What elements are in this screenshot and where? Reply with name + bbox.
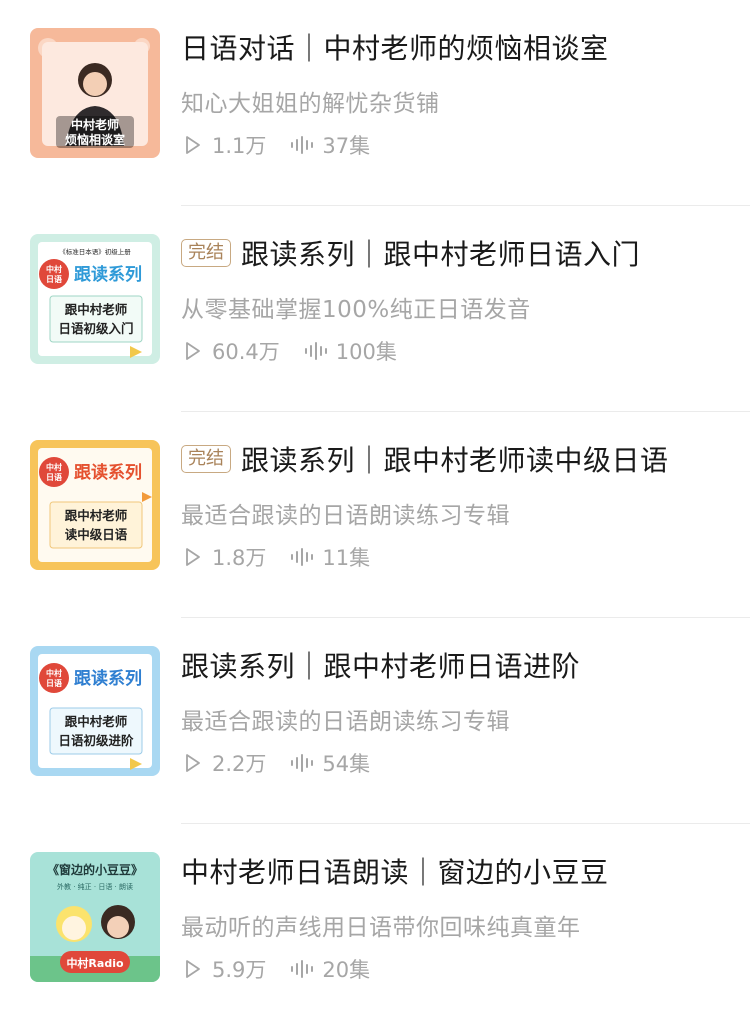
audio-wave-icon <box>291 136 314 154</box>
cover-line: 日语初级进阶 <box>58 733 134 748</box>
album-title[interactable]: 日语对话｜中村老师的烦恼相谈室 <box>181 27 609 67</box>
play-outline-icon <box>186 754 200 772</box>
episode-count: 100集 <box>335 340 397 364</box>
cover-series: 跟读系列 <box>74 462 142 483</box>
album-cover[interactable]: 《窗边的小豆豆》 外教 · 纯正 · 日语 · 朗读 中村Radio <box>30 852 160 982</box>
album-title[interactable]: 跟读系列｜跟中村老师日语进阶 <box>181 645 580 685</box>
album-meta: 1.8万 11集 <box>184 542 370 572</box>
cover-logo: 中村 <box>46 668 62 678</box>
play-count: 1.8万 <box>212 546 267 570</box>
album-item[interactable]: 《标准日本语》初级上册 中村 日语 跟读系列 跟中村老师 日语初级入门 完结 跟… <box>0 206 750 412</box>
cover-line: 跟中村老师 <box>65 714 128 729</box>
cover-note: 《标准日本语》初级上册 <box>59 247 131 256</box>
episode-count: 11集 <box>322 546 371 570</box>
play-count: 1.1万 <box>212 134 267 158</box>
cover-logo: 日语 <box>46 678 62 688</box>
episode-count: 37集 <box>322 134 371 158</box>
album-title[interactable]: 跟读系列｜跟中村老师日语入门 <box>241 233 640 273</box>
album-meta: 1.1万 37集 <box>184 130 370 160</box>
album-subtitle: 最动听的声线用日语带你回味纯真童年 <box>181 915 581 941</box>
cover-brand: 中村Radio <box>66 956 124 970</box>
album-item[interactable]: 中村 日语 跟读系列 跟中村老师 读中级日语 完结 跟读系列｜跟中村老师读中级日… <box>0 412 750 618</box>
title-row: 日语对话｜中村老师的烦恼相谈室 <box>181 25 609 69</box>
album-meta: 60.4万 100集 <box>184 336 397 366</box>
audio-wave-icon <box>291 754 314 772</box>
cover-series: 跟读系列 <box>74 668 142 689</box>
album-item[interactable]: 《窗边的小豆豆》 外教 · 纯正 · 日语 · 朗读 中村Radio 中村老师日… <box>0 824 750 1009</box>
finished-badge: 完结 <box>181 445 231 473</box>
play-count: 60.4万 <box>212 340 280 364</box>
audio-wave-icon <box>304 342 327 360</box>
cover-line: 跟中村老师 <box>65 302 128 317</box>
album-item[interactable]: 中村 日语 跟读系列 跟中村老师 日语初级进阶 跟读系列｜跟中村老师日语进阶 最… <box>0 618 750 824</box>
audio-wave-icon <box>291 960 314 978</box>
album-cover[interactable]: 中村 日语 跟读系列 跟中村老师 日语初级进阶 <box>30 646 160 776</box>
finished-badge: 完结 <box>181 239 231 267</box>
cover-art-beginner: 《标准日本语》初级上册 中村 日语 跟读系列 跟中村老师 日语初级入门 <box>30 234 160 364</box>
album-cover[interactable]: 《标准日本语》初级上册 中村 日语 跟读系列 跟中村老师 日语初级入门 <box>30 234 160 364</box>
play-outline-icon <box>186 342 200 360</box>
cover-logo: 日语 <box>46 274 62 284</box>
play-outline-icon <box>186 960 200 978</box>
cover-art-consultation: 中村老师 烦恼相谈室 <box>30 28 160 158</box>
album-item[interactable]: 中村老师 烦恼相谈室 日语对话｜中村老师的烦恼相谈室 知心大姐姐的解忧杂货铺 1… <box>0 0 750 206</box>
album-title[interactable]: 跟读系列｜跟中村老师读中级日语 <box>241 439 669 479</box>
episode-count: 20集 <box>322 958 371 982</box>
title-row: 中村老师日语朗读｜窗边的小豆豆 <box>181 849 609 893</box>
cover-book-title: 《窗边的小豆豆》 <box>47 862 143 877</box>
audio-wave-icon <box>291 548 314 566</box>
album-cover[interactable]: 中村老师 烦恼相谈室 <box>30 28 160 158</box>
cover-line: 跟中村老师 <box>65 508 128 523</box>
cover-art-totto-chan: 《窗边的小豆豆》 外教 · 纯正 · 日语 · 朗读 中村Radio <box>30 852 160 982</box>
cover-logo: 日语 <box>46 472 62 482</box>
episode-count: 54集 <box>322 752 371 776</box>
album-subtitle: 从零基础掌握100%纯正日语发音 <box>181 297 531 323</box>
play-outline-icon <box>186 136 200 154</box>
album-subtitle: 最适合跟读的日语朗读练习专辑 <box>181 503 510 529</box>
album-meta: 2.2万 54集 <box>184 748 370 778</box>
cover-tags: 外教 · 纯正 · 日语 · 朗读 <box>57 882 133 891</box>
cover-art-intermediate: 中村 日语 跟读系列 跟中村老师 读中级日语 <box>30 440 160 570</box>
title-row: 完结 跟读系列｜跟中村老师日语入门 <box>181 231 640 275</box>
album-subtitle: 最适合跟读的日语朗读练习专辑 <box>181 709 510 735</box>
cover-caption: 中村老师 <box>71 117 119 132</box>
cover-art-advanced: 中村 日语 跟读系列 跟中村老师 日语初级进阶 <box>30 646 160 776</box>
album-meta: 5.9万 20集 <box>184 954 370 984</box>
cover-line: 读中级日语 <box>65 527 128 542</box>
cover-series: 跟读系列 <box>74 264 142 285</box>
album-subtitle: 知心大姐姐的解忧杂货铺 <box>181 91 440 117</box>
play-outline-icon <box>186 548 200 566</box>
album-list: 中村老师 烦恼相谈室 日语对话｜中村老师的烦恼相谈室 知心大姐姐的解忧杂货铺 1… <box>0 0 750 1009</box>
album-title[interactable]: 中村老师日语朗读｜窗边的小豆豆 <box>181 851 609 891</box>
play-count: 5.9万 <box>212 958 267 982</box>
play-count: 2.2万 <box>212 752 267 776</box>
cover-caption: 烦恼相谈室 <box>65 132 125 147</box>
album-cover[interactable]: 中村 日语 跟读系列 跟中村老师 读中级日语 <box>30 440 160 570</box>
cover-logo: 中村 <box>46 462 62 472</box>
cover-line: 日语初级入门 <box>58 321 133 336</box>
cover-logo: 中村 <box>46 264 62 274</box>
title-row: 完结 跟读系列｜跟中村老师读中级日语 <box>181 437 669 481</box>
title-row: 跟读系列｜跟中村老师日语进阶 <box>181 643 580 687</box>
